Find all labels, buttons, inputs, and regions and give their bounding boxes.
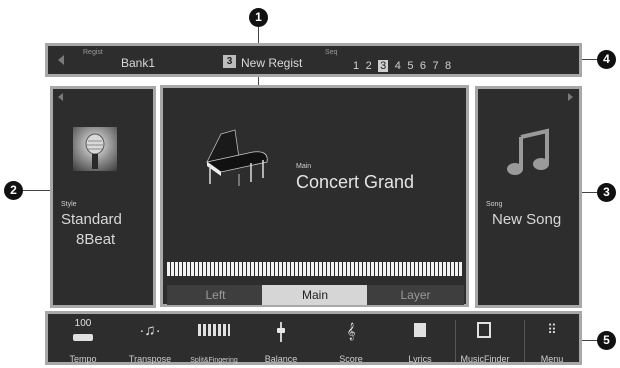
split-fingering-button[interactable]: Split&Fingering <box>183 314 245 368</box>
style-name-line2: 8Beat <box>76 231 116 248</box>
keyboard-strip <box>167 262 462 276</box>
callout-3: 3 <box>597 183 616 202</box>
regist-label: Regist <box>83 49 103 56</box>
main-voice-name[interactable]: Concert Grand <box>296 172 414 193</box>
seq-number[interactable]: 7 <box>432 60 438 72</box>
grid-menu-icon: ⠿ <box>547 322 557 337</box>
song-panel[interactable]: Song New Song <box>475 86 582 308</box>
tempo-value: 100 <box>74 318 92 329</box>
musicfinder-label: MusicFinder <box>460 354 510 364</box>
style-caption: Style <box>61 201 77 208</box>
music-note-icon <box>505 127 553 177</box>
seq-number[interactable]: 2 <box>366 60 372 72</box>
tab-main[interactable]: Main <box>262 285 368 305</box>
tab-left[interactable]: Left <box>167 285 264 305</box>
menu-button[interactable]: ⠿ Menu <box>523 314 581 368</box>
regist-number-badge: 3 <box>223 55 236 68</box>
style-panel[interactable]: Style Standard 8Beat <box>50 86 156 308</box>
score-button[interactable]: 𝄞 Score <box>321 314 381 368</box>
microphone-icon <box>73 127 117 171</box>
function-toolbar: 100 Tempo ·♫· Transpose Split&Fingering … <box>45 311 582 365</box>
lyrics-button[interactable]: Lyrics <box>390 314 450 368</box>
seq-number[interactable]: 5 <box>407 60 413 72</box>
callout-5-leader <box>582 340 597 341</box>
seq-number[interactable]: 6 <box>420 60 426 72</box>
callout-4: 4 <box>597 50 616 69</box>
seq-number-list: 1 2 3 4 5 6 7 8 <box>353 56 453 74</box>
tempo-label: Tempo <box>69 354 97 364</box>
song-caption: Song <box>486 201 503 208</box>
balance-label: Balance <box>264 354 298 364</box>
grand-piano-icon[interactable] <box>201 128 273 190</box>
regist-name[interactable]: New Regist <box>241 56 302 70</box>
score-label: Score <box>339 354 363 364</box>
lyrics-icon <box>414 323 426 337</box>
main-caption: Main <box>296 163 312 170</box>
seq-number-selected[interactable]: 3 <box>378 60 389 72</box>
callout-4-leader <box>582 59 597 60</box>
transpose-label: Transpose <box>128 354 172 364</box>
registration-bar: Regist Bank1 3 New Regist Seq 1 2 3 4 5 … <box>45 43 582 77</box>
main-voice-panel: Main Concert Grand Left Main Layer <box>160 85 469 307</box>
callout-1: 1 <box>249 8 268 27</box>
seq-number[interactable]: 4 <box>395 60 401 72</box>
tempo-button[interactable]: 100 Tempo <box>53 314 113 368</box>
seq-number[interactable]: 8 <box>445 60 451 72</box>
musicfinder-button[interactable]: MusicFinder <box>453 314 517 368</box>
transpose-button[interactable]: ·♫· Transpose <box>120 314 180 368</box>
toolbar-divider <box>524 320 525 362</box>
callout-3-leader <box>582 192 597 193</box>
style-prev-arrow-icon[interactable] <box>58 93 63 101</box>
tab-layer[interactable]: Layer <box>367 285 464 305</box>
bank-name[interactable]: Bank1 <box>121 56 155 70</box>
song-name: New Song <box>492 211 562 228</box>
style-name-line1: Standard <box>61 211 122 228</box>
toolbar-divider <box>455 320 456 362</box>
menu-label: Menu <box>540 354 564 364</box>
treble-clef-icon: 𝄞 <box>346 322 356 340</box>
callout-5: 5 <box>597 331 616 350</box>
seq-label: Seq <box>325 49 338 56</box>
split-fingering-label: Split&Fingering <box>190 357 238 364</box>
tempo-icon <box>73 334 93 341</box>
callout-2-leader <box>23 190 50 191</box>
seq-number[interactable]: 1 <box>353 60 359 72</box>
balance-button[interactable]: Balance <box>251 314 311 368</box>
split-fingering-icon <box>198 324 230 336</box>
lyrics-label: Lyrics <box>408 354 432 364</box>
balance-knob-icon <box>277 328 285 333</box>
callout-2: 2 <box>4 181 23 200</box>
song-next-arrow-icon[interactable] <box>568 93 573 101</box>
regist-prev-arrow-icon[interactable] <box>58 55 64 65</box>
magnifier-icon <box>477 322 491 338</box>
transpose-icon: ·♫· <box>139 322 161 339</box>
